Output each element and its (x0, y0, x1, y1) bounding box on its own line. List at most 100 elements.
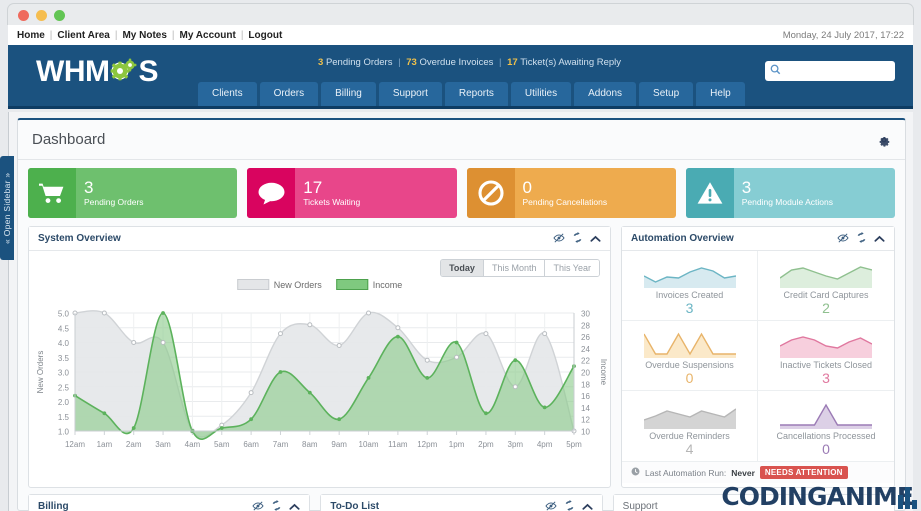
nav-utilities[interactable]: Utilities (510, 82, 572, 106)
nav-help[interactable]: Help (696, 82, 745, 106)
widget-controls (252, 499, 300, 511)
svg-text:2.0: 2.0 (58, 398, 70, 407)
range-today[interactable]: Today (441, 260, 484, 276)
content-area: Dashboard 3 Pending Orders 17 Tickets Wa… (8, 112, 913, 511)
search-box[interactable] (765, 61, 895, 81)
automation-cell-credit-card-captures[interactable]: Credit Card Captures 2 (758, 251, 894, 321)
stat-card-tickets-waiting[interactable]: 17 Tickets Waiting (247, 168, 457, 218)
svg-text:14: 14 (581, 404, 590, 413)
window-controls (18, 10, 65, 21)
svg-text:11am: 11am (388, 440, 408, 449)
automation-footer: Last Automation Run: Never NEEDS ATTENTI… (622, 461, 894, 483)
svg-text:12am: 12am (65, 440, 85, 449)
automation-cell-cancellations-processed[interactable]: Cancellations Processed 0 (758, 391, 894, 461)
nav-addons[interactable]: Addons (574, 82, 637, 106)
top-links: Home | Client Area | My Notes | My Accou… (17, 30, 282, 41)
svg-text:4.5: 4.5 (58, 324, 70, 333)
range-this-month[interactable]: This Month (483, 260, 546, 276)
chevron-up-icon[interactable] (582, 499, 593, 511)
nav-billing[interactable]: Billing (321, 82, 376, 106)
maximize-icon[interactable] (54, 10, 65, 21)
refresh-icon[interactable] (856, 231, 867, 247)
eye-slash-icon[interactable] (545, 499, 557, 511)
chevron-up-icon[interactable] (874, 231, 885, 247)
stat-card-pending-orders[interactable]: 3 Pending Orders (28, 168, 238, 218)
gear-icon[interactable] (877, 133, 891, 147)
watermark-bars (898, 487, 917, 509)
legend-income[interactable]: Income (335, 279, 402, 290)
stat-body: 0 Pending Cancellations (515, 179, 608, 207)
chevron-up-icon[interactable] (289, 499, 300, 511)
alert-tickets-label[interactable]: Ticket(s) Awaiting Reply (520, 57, 621, 68)
svg-text:24: 24 (581, 345, 590, 354)
gears-icon (109, 58, 138, 87)
range-this-year[interactable]: This Year (545, 260, 599, 276)
svg-text:Income: Income (599, 359, 608, 386)
svg-text:10: 10 (581, 428, 590, 437)
dashboard-panel: Dashboard 3 Pending Orders 17 Tickets Wa… (17, 118, 906, 511)
whmcs-logo[interactable]: WHM S (36, 55, 158, 89)
automation-value: 4 (685, 441, 694, 457)
widget-title: Billing (38, 501, 69, 511)
eye-slash-icon[interactable] (837, 231, 849, 247)
automation-cell-overdue-reminders[interactable]: Overdue Reminders 4 (622, 391, 758, 461)
automation-label: Invoices Created (655, 290, 724, 300)
stat-value: 3 (84, 178, 94, 197)
eye-slash-icon[interactable] (252, 499, 264, 511)
alert-overdue-invoices-label[interactable]: Overdue Invoices (419, 57, 493, 68)
svg-text:2pm: 2pm (478, 440, 494, 449)
automation-cell-overdue-suspensions[interactable]: Overdue Suspensions 0 (622, 321, 758, 391)
nav-clients[interactable]: Clients (198, 82, 257, 106)
widget-header: Support (613, 495, 894, 511)
nav-support[interactable]: Support (378, 82, 442, 106)
refresh-icon[interactable] (564, 499, 575, 511)
automation-cell-invoices-created[interactable]: Invoices Created 3 (622, 251, 758, 321)
stat-card-pending-module-actions[interactable]: 3 Pending Module Actions (685, 168, 895, 218)
refresh-icon[interactable] (271, 499, 282, 511)
chevron-up-icon[interactable] (590, 231, 601, 247)
link-my-account[interactable]: My Account (180, 30, 236, 41)
divider: | (240, 29, 244, 41)
link-my-notes[interactable]: My Notes (122, 30, 166, 41)
link-home[interactable]: Home (17, 30, 45, 41)
app-header: WHM S 3 Pending Orders | 73 Overdue Invo… (8, 45, 913, 109)
legend-swatch-new-orders (236, 279, 269, 290)
stat-label: Pending Cancellations (522, 197, 608, 207)
widget-title: System Overview (38, 233, 121, 244)
widget-controls (837, 231, 885, 247)
nav-reports[interactable]: Reports (444, 82, 508, 106)
svg-text:3.5: 3.5 (58, 354, 70, 363)
automation-value: 0 (685, 370, 694, 386)
svg-text:1.5: 1.5 (58, 413, 70, 422)
status-badge: NEEDS ATTENTION (759, 466, 848, 479)
nav-setup[interactable]: Setup (639, 82, 694, 106)
stat-card-pending-cancellations[interactable]: 0 Pending Cancellations (466, 168, 676, 218)
range-selector: Today This Month This Year (440, 259, 600, 277)
stat-value: 0 (522, 178, 532, 197)
open-sidebar-tab[interactable]: « Open Sidebar » (0, 156, 14, 260)
svg-text:4pm: 4pm (537, 440, 553, 449)
link-client-area[interactable]: Client Area (57, 30, 109, 41)
minimize-icon[interactable] (36, 10, 47, 21)
sparkline-chart (780, 336, 872, 358)
stat-body: 3 Pending Orders (76, 179, 144, 207)
svg-text:28: 28 (581, 321, 590, 330)
link-logout[interactable]: Logout (248, 30, 282, 41)
nav-orders[interactable]: Orders (259, 82, 319, 106)
legend-new-orders[interactable]: New Orders (236, 279, 322, 290)
close-icon[interactable] (18, 10, 29, 21)
widget-header: Billing (29, 495, 310, 511)
stat-body: 17 Tickets Waiting (295, 179, 360, 207)
automation-cell-inactive-tickets-closed[interactable]: Inactive Tickets Closed 3 (758, 321, 894, 391)
dashboard-header: Dashboard (18, 120, 905, 160)
shopping-cart-icon (28, 168, 76, 218)
refresh-icon[interactable] (572, 231, 583, 247)
eye-slash-icon[interactable] (553, 231, 565, 247)
svg-text:7am: 7am (273, 440, 289, 449)
alert-pending-orders-label[interactable]: Pending Orders (326, 57, 393, 68)
svg-text:26: 26 (581, 333, 590, 342)
svg-text:5.0: 5.0 (58, 310, 70, 319)
search-input[interactable] (781, 66, 890, 76)
main-nav: Clients Orders Billing Support Reports U… (198, 82, 745, 106)
clock-icon (631, 467, 640, 478)
